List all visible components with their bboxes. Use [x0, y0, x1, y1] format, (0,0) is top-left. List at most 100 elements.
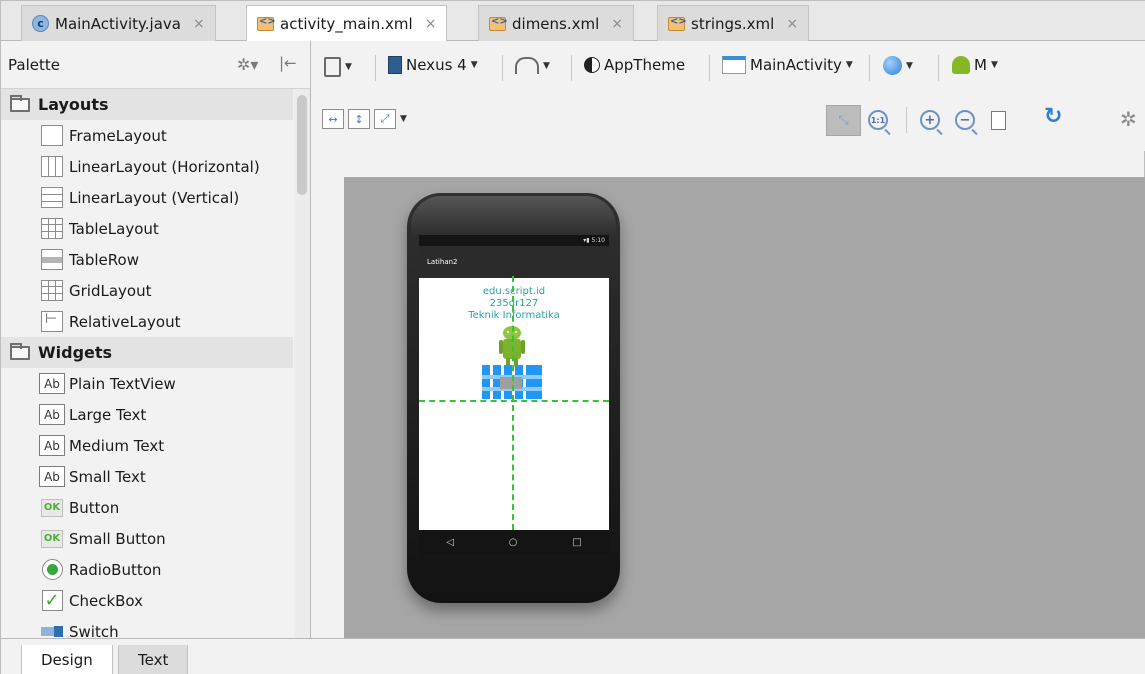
theme-label: AppTheme: [604, 56, 686, 74]
layout-height-button[interactable]: ↕: [348, 109, 370, 129]
palette-item-relativelayout[interactable]: RelativeLayout: [1, 306, 293, 337]
tab-mainactivity-java[interactable]: c MainActivity.java ×: [21, 5, 216, 41]
refresh-button[interactable]: ↻: [1044, 104, 1062, 129]
item-label: RelativeLayout: [69, 312, 181, 331]
palette-item-small-button[interactable]: OK Small Button: [1, 523, 293, 554]
settings-button[interactable]: ✲: [1120, 107, 1137, 131]
orientation-dropdown[interactable]: ▼: [515, 57, 550, 74]
vertical-center-guide: [512, 276, 514, 530]
tab-dimens-xml[interactable]: dimens.xml ×: [478, 5, 635, 41]
button-icon: OK: [41, 529, 63, 548]
palette-item-small-text[interactable]: Ab Small Text: [1, 461, 293, 492]
horizontal-center-guide: [419, 400, 609, 402]
resize-icon: ⤢: [374, 109, 396, 129]
tab-label: strings.xml: [691, 14, 775, 33]
palette-header: Palette ✲▾ |←: [1, 41, 310, 89]
tab-design-label: Design: [41, 651, 93, 669]
battery-icon: ▾▮: [583, 237, 592, 244]
android-icon: [952, 56, 970, 74]
palette-item-switch[interactable]: Switch: [1, 616, 293, 638]
tab-label: activity_main.xml: [280, 15, 413, 33]
xml-file-icon: [489, 16, 508, 31]
group-layouts[interactable]: Layouts: [1, 89, 293, 120]
device-icon: [324, 57, 341, 77]
export-button[interactable]: [991, 111, 1006, 130]
text-line-3[interactable]: Teknik Informatika: [419, 310, 609, 322]
palette-scrollbar[interactable]: [294, 89, 310, 638]
palette-item-tablelayout[interactable]: TableLayout: [1, 213, 293, 244]
text-line-1[interactable]: edu.script.id: [419, 286, 609, 298]
zoom-in-button[interactable]: +: [920, 110, 940, 130]
zoom-to-fit-button[interactable]: ⤡: [826, 105, 861, 136]
document-icon: [991, 111, 1006, 130]
hide-panel-icon[interactable]: |←: [279, 54, 297, 72]
expand-vertical-icon: ↕: [348, 109, 370, 129]
tab-label: MainActivity.java: [55, 14, 181, 33]
actual-size-button[interactable]: 1:1: [868, 110, 888, 130]
close-icon[interactable]: ×: [786, 16, 798, 32]
java-class-icon: c: [32, 15, 49, 32]
close-icon[interactable]: ×: [425, 16, 437, 32]
layout-width-button[interactable]: ↔: [322, 109, 344, 129]
textview-icon: Ab: [39, 435, 65, 456]
palette-item-gridlayout[interactable]: GridLayout: [1, 275, 293, 306]
tab-strings-xml[interactable]: strings.xml ×: [657, 5, 810, 41]
resize-dropdown[interactable]: ⤢ ▼: [374, 109, 407, 129]
palette-item-radiobutton[interactable]: RadioButton: [1, 554, 293, 585]
frame-layout-icon: [41, 125, 63, 146]
palette-panel: Palette ✲▾ |← Layouts FrameLayout Linear…: [1, 41, 311, 638]
palette-list: Layouts FrameLayout LinearLayout (Horizo…: [1, 89, 293, 638]
activity-icon: [722, 56, 746, 74]
button-icon: OK: [41, 498, 63, 517]
android-studio-window: c MainActivity.java × activity_main.xml …: [0, 0, 1145, 674]
api-level-dropdown[interactable]: M ▼: [952, 56, 998, 74]
back-icon: ◁: [446, 537, 455, 548]
app-title: Latihan2: [427, 258, 458, 266]
text-line-2[interactable]: 235dr127: [419, 298, 609, 310]
device-dropdown[interactable]: Nexus 4 ▼: [388, 56, 478, 74]
tab-text[interactable]: Text: [118, 645, 189, 674]
tab-activity-main-xml[interactable]: activity_main.xml ×: [246, 5, 448, 42]
expand-horizontal-icon: ↔: [322, 109, 344, 129]
zoom-out-icon: −: [955, 110, 975, 130]
zoom-in-icon: +: [920, 110, 940, 130]
zoom-out-button[interactable]: −: [955, 110, 975, 130]
device-frame-button[interactable]: ▼: [324, 57, 352, 77]
item-label: FrameLayout: [69, 126, 167, 145]
palette-item-plain-textview[interactable]: Ab Plain TextView: [1, 368, 293, 399]
close-icon[interactable]: ×: [193, 16, 205, 32]
activity-dropdown[interactable]: MainActivity ▼: [722, 56, 853, 74]
textview-icon: Ab: [39, 404, 65, 425]
textview-icon: Ab: [39, 373, 65, 394]
close-icon[interactable]: ×: [611, 16, 623, 32]
action-bar: Latihan2: [419, 246, 609, 278]
tab-design[interactable]: Design: [21, 645, 113, 674]
gear-icon[interactable]: ✲▾: [237, 55, 258, 74]
item-label: GridLayout: [69, 281, 152, 300]
theme-icon: [584, 57, 600, 73]
globe-icon: [883, 56, 902, 75]
linear-horizontal-icon: [41, 156, 63, 177]
locale-dropdown[interactable]: ▼: [883, 56, 913, 75]
palette-item-button[interactable]: OK Button: [1, 492, 293, 523]
palette-item-linearlayout-vertical[interactable]: LinearLayout (Vertical): [1, 182, 293, 213]
palette-item-large-text[interactable]: Ab Large Text: [1, 399, 293, 430]
palette-item-medium-text[interactable]: Ab Medium Text: [1, 430, 293, 461]
item-label: Button: [69, 498, 120, 517]
scrollbar-thumb[interactable]: [297, 95, 307, 195]
palette-item-checkbox[interactable]: ✓ CheckBox: [1, 585, 293, 616]
actual-size-icon: 1:1: [868, 110, 888, 130]
editor-tab-bar: c MainActivity.java × activity_main.xml …: [1, 1, 1145, 42]
palette-item-framelayout[interactable]: FrameLayout: [1, 120, 293, 151]
theme-button[interactable]: AppTheme: [584, 56, 685, 74]
tab-text-label: Text: [138, 651, 169, 669]
group-widgets[interactable]: Widgets: [1, 337, 293, 368]
activity-label: MainActivity: [750, 56, 842, 74]
tab-label: dimens.xml: [512, 14, 600, 33]
palette-item-tablerow[interactable]: TableRow: [1, 244, 293, 275]
item-label: TableLayout: [69, 219, 159, 238]
home-icon: ○: [508, 537, 518, 548]
editor-mode-bar: Design Text: [1, 638, 1145, 674]
table-layout-icon: [41, 218, 63, 239]
palette-item-linearlayout-horizontal[interactable]: LinearLayout (Horizontal): [1, 151, 293, 182]
